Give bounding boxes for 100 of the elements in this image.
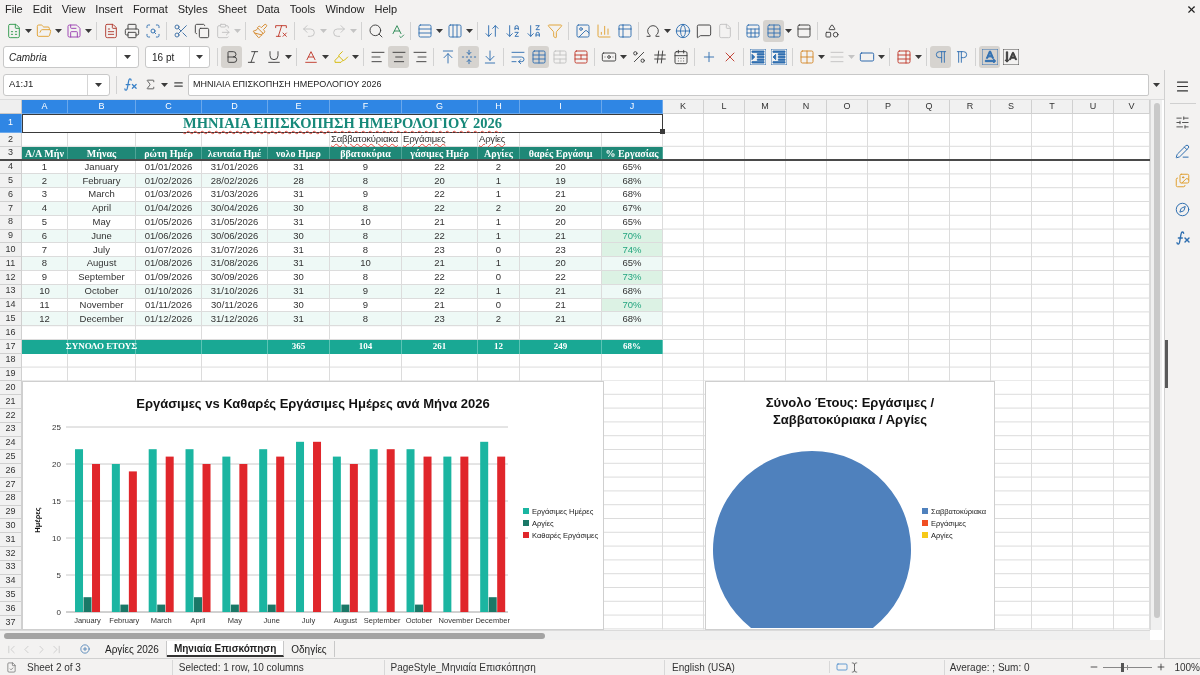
caret-icon[interactable] [25, 29, 32, 33]
column-header[interactable]: J [602, 100, 663, 114]
row-header[interactable]: 31 [0, 533, 22, 547]
menu-item[interactable]: Format [127, 0, 173, 18]
zoom-slider[interactable] [1102, 662, 1153, 672]
horizontal-scrollbar[interactable] [0, 630, 1150, 640]
caret-icon[interactable] [664, 29, 671, 33]
column-header[interactable]: U [1073, 100, 1114, 114]
caret-icon[interactable] [55, 29, 62, 33]
caret-icon[interactable] [124, 55, 131, 59]
column-header[interactable]: D [202, 100, 268, 114]
caret-icon[interactable] [322, 55, 329, 59]
row-header[interactable]: 30 [0, 519, 22, 534]
menu-item[interactable]: Styles [172, 0, 213, 18]
increase-indent-button[interactable] [747, 46, 768, 68]
menu-item[interactable]: Data [251, 0, 285, 18]
menu-item[interactable]: Edit [27, 0, 57, 18]
menu-item[interactable]: Help [369, 0, 403, 18]
align-middle-button[interactable] [458, 46, 479, 68]
left-to-right-button[interactable] [930, 46, 951, 68]
font-size-field[interactable]: 16 pt [145, 46, 210, 68]
formula-input[interactable]: ΜΗΝΙΑΙΑ ΕΠΙΣΚΟΠΗΣΗ ΗΜΕΡΟΛΟΓΙΟΥ 2026 [188, 73, 1149, 96]
column-header[interactable]: H [478, 100, 520, 114]
bold-button[interactable] [221, 46, 242, 68]
column-header[interactable]: B [68, 100, 136, 114]
column-header[interactable]: R [950, 100, 991, 114]
menu-item[interactable]: Sheet [212, 0, 252, 18]
slider-thumb[interactable] [1121, 662, 1125, 672]
plus-circle-icon[interactable] [80, 644, 90, 654]
column-header[interactable]: K [663, 100, 704, 114]
column-header[interactable]: T [1032, 100, 1073, 114]
caret-icon[interactable] [878, 55, 885, 59]
menu-item[interactable]: Tools [284, 0, 321, 18]
sigma-icon[interactable] [144, 78, 157, 91]
row-header[interactable]: 16 [0, 326, 22, 340]
row-header[interactable]: 15 [0, 312, 22, 327]
menu-item[interactable]: Window [320, 0, 370, 18]
fill-handle[interactable] [660, 129, 665, 134]
sidebar-handle[interactable] [1165, 340, 1168, 388]
column-header[interactable]: F [330, 100, 402, 114]
row-header[interactable]: 25 [0, 450, 22, 465]
scrollbar-thumb[interactable] [1153, 103, 1160, 618]
column-header[interactable]: M [745, 100, 786, 114]
row-header[interactable]: 2 [0, 133, 22, 147]
row-header[interactable]: 35 [0, 588, 22, 603]
caret-icon[interactable] [95, 82, 102, 87]
text-vertical-button[interactable] [1000, 46, 1021, 68]
row-header[interactable]: 20 [0, 381, 22, 396]
vertical-scrollbar[interactable] [1150, 100, 1162, 630]
caret-icon[interactable] [915, 55, 922, 59]
column-header[interactable]: V [1114, 100, 1150, 114]
column-header[interactable]: A [22, 100, 68, 114]
menu-item[interactable]: View [56, 0, 91, 18]
align-center-button[interactable] [388, 46, 409, 68]
globe-icon [674, 23, 691, 39]
caret-icon[interactable] [818, 55, 825, 59]
row-header[interactable]: 5 [0, 174, 22, 189]
caret-icon[interactable] [161, 82, 168, 87]
caret-icon[interactable] [85, 29, 92, 33]
caret-icon[interactable] [620, 55, 627, 59]
column-header[interactable]: E [268, 100, 330, 114]
column-header[interactable]: Q [909, 100, 950, 114]
caret-icon[interactable] [436, 29, 443, 33]
name-box[interactable]: A1:J1 [3, 73, 110, 96]
row-header[interactable]: 26 [0, 464, 22, 478]
caret-icon[interactable] [1153, 82, 1160, 87]
decrease-indent-button[interactable] [768, 46, 789, 68]
column-header[interactable]: O [827, 100, 868, 114]
column-header[interactable]: I [520, 100, 602, 114]
text-horizontal-button[interactable] [979, 46, 1000, 68]
row-header[interactable]: 36 [0, 602, 22, 616]
caret-icon[interactable] [466, 29, 473, 33]
column-header[interactable]: L [704, 100, 745, 114]
scrollbar-thumb[interactable] [4, 632, 545, 639]
column-header[interactable]: G [402, 100, 478, 114]
row-header[interactable]: 21 [0, 395, 22, 409]
sheet-tab[interactable]: Αργίες 2026 [98, 641, 167, 657]
sheet-tab[interactable]: Μηνιαία Επισκόπηση [166, 641, 285, 657]
caret-icon[interactable] [785, 29, 792, 33]
row-header[interactable]: 6 [0, 188, 22, 202]
row-header[interactable]: 10 [0, 243, 22, 258]
sheet-tab[interactable]: Οδηγίες [284, 641, 335, 657]
column-header[interactable]: C [136, 100, 202, 114]
menu-item[interactable]: File [0, 0, 28, 18]
merge-center-button[interactable] [528, 46, 549, 68]
document-status-icon[interactable] [6, 661, 18, 673]
close-icon[interactable] [1186, 3, 1197, 15]
row-header[interactable]: 1 [0, 114, 22, 133]
caret-icon[interactable] [285, 55, 292, 59]
font-name-field[interactable]: Cambria [3, 46, 139, 68]
function-icon[interactable] [123, 77, 138, 92]
column-header[interactable]: S [991, 100, 1032, 114]
zoom-in-icon[interactable] [1156, 662, 1167, 672]
menu-item[interactable]: Insert [90, 0, 128, 18]
zoom-level[interactable]: 100% [1174, 659, 1200, 675]
column-header[interactable]: P [868, 100, 909, 114]
caret-icon[interactable] [196, 55, 203, 59]
column-header[interactable]: N [786, 100, 827, 114]
caret-icon[interactable] [352, 55, 359, 59]
row-header[interactable]: 11 [0, 257, 22, 271]
